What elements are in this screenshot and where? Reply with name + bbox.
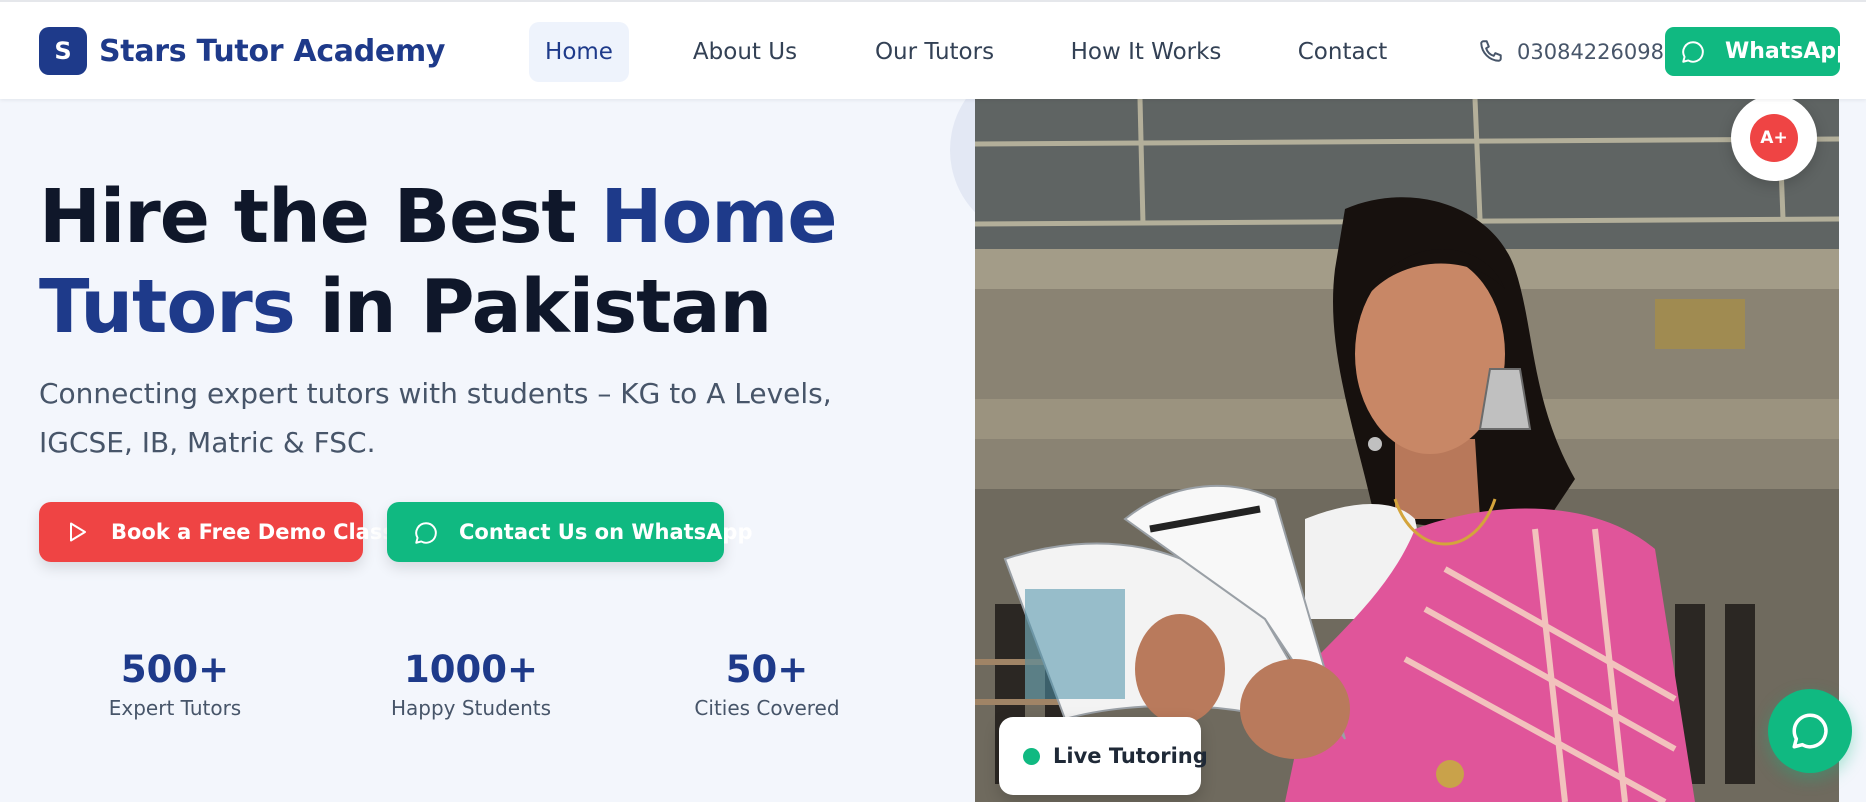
title-accent-tutors: Tutors [39, 264, 296, 350]
book-demo-label: Book a Free Demo Class [111, 520, 395, 544]
title-accent-home: Home [600, 174, 838, 260]
stat-value: 500+ [120, 648, 230, 691]
stat-value: 1000+ [404, 648, 538, 691]
phone-icon [1480, 40, 1502, 62]
tutor-reading-illustration [975, 99, 1839, 802]
nav-contact[interactable]: Contact [1290, 22, 1395, 82]
hero-subtitle: Connecting expert tutors with students –… [39, 377, 832, 459]
stat-happy-students: 1000+ Happy Students [351, 648, 591, 720]
stat-expert-tutors: 500+ Expert Tutors [55, 648, 295, 720]
brand-name[interactable]: Stars Tutor Academy [99, 34, 445, 69]
grade-badge-text: A+ [1750, 114, 1798, 162]
title-part-2: in Pakistan [294, 264, 773, 350]
header-whatsapp-label: WhatsApp [1725, 39, 1852, 64]
nav-how-it-works[interactable]: How It Works [1060, 22, 1232, 82]
nav-our-tutors[interactable]: Our Tutors [862, 22, 1007, 82]
site-header: S Stars Tutor Academy Home About Us Our … [0, 0, 1866, 99]
stat-value: 50+ [725, 648, 809, 691]
live-tutoring-card: Live Tutoring [999, 717, 1208, 795]
contact-whatsapp-label: Contact Us on WhatsApp [459, 520, 753, 544]
grade-badge: A+ [1731, 95, 1817, 181]
phone-number-link[interactable]: 03084226098 [1517, 40, 1664, 64]
whatsapp-icon [415, 522, 437, 544]
stat-label: Happy Students [390, 696, 552, 720]
contact-whatsapp-button[interactable]: Contact Us on WhatsApp [387, 502, 753, 562]
logo-mark[interactable]: S [39, 27, 87, 75]
chat-fab-button[interactable] [1768, 689, 1852, 773]
stat-cities-covered: 50+ Cities Covered [647, 648, 887, 720]
header-whatsapp-button[interactable]: WhatsApp [1665, 27, 1852, 76]
hero-photo [975, 99, 1839, 802]
hero-title: Hire the Best Home Tutors in Pakistan [39, 172, 838, 352]
play-icon [70, 522, 86, 542]
whatsapp-icon [1682, 41, 1704, 63]
stat-label: Cities Covered [694, 696, 840, 720]
nav-home[interactable]: Home [529, 22, 629, 82]
nav-about-us[interactable]: About Us [680, 22, 810, 82]
live-status-dot [1023, 748, 1040, 765]
live-tutoring-label: Live Tutoring [1053, 744, 1208, 768]
title-part-1: Hire the Best [39, 174, 601, 260]
stat-label: Expert Tutors [108, 696, 242, 720]
chat-bubble-icon [1792, 713, 1828, 749]
book-demo-button[interactable]: Book a Free Demo Class [39, 502, 395, 562]
